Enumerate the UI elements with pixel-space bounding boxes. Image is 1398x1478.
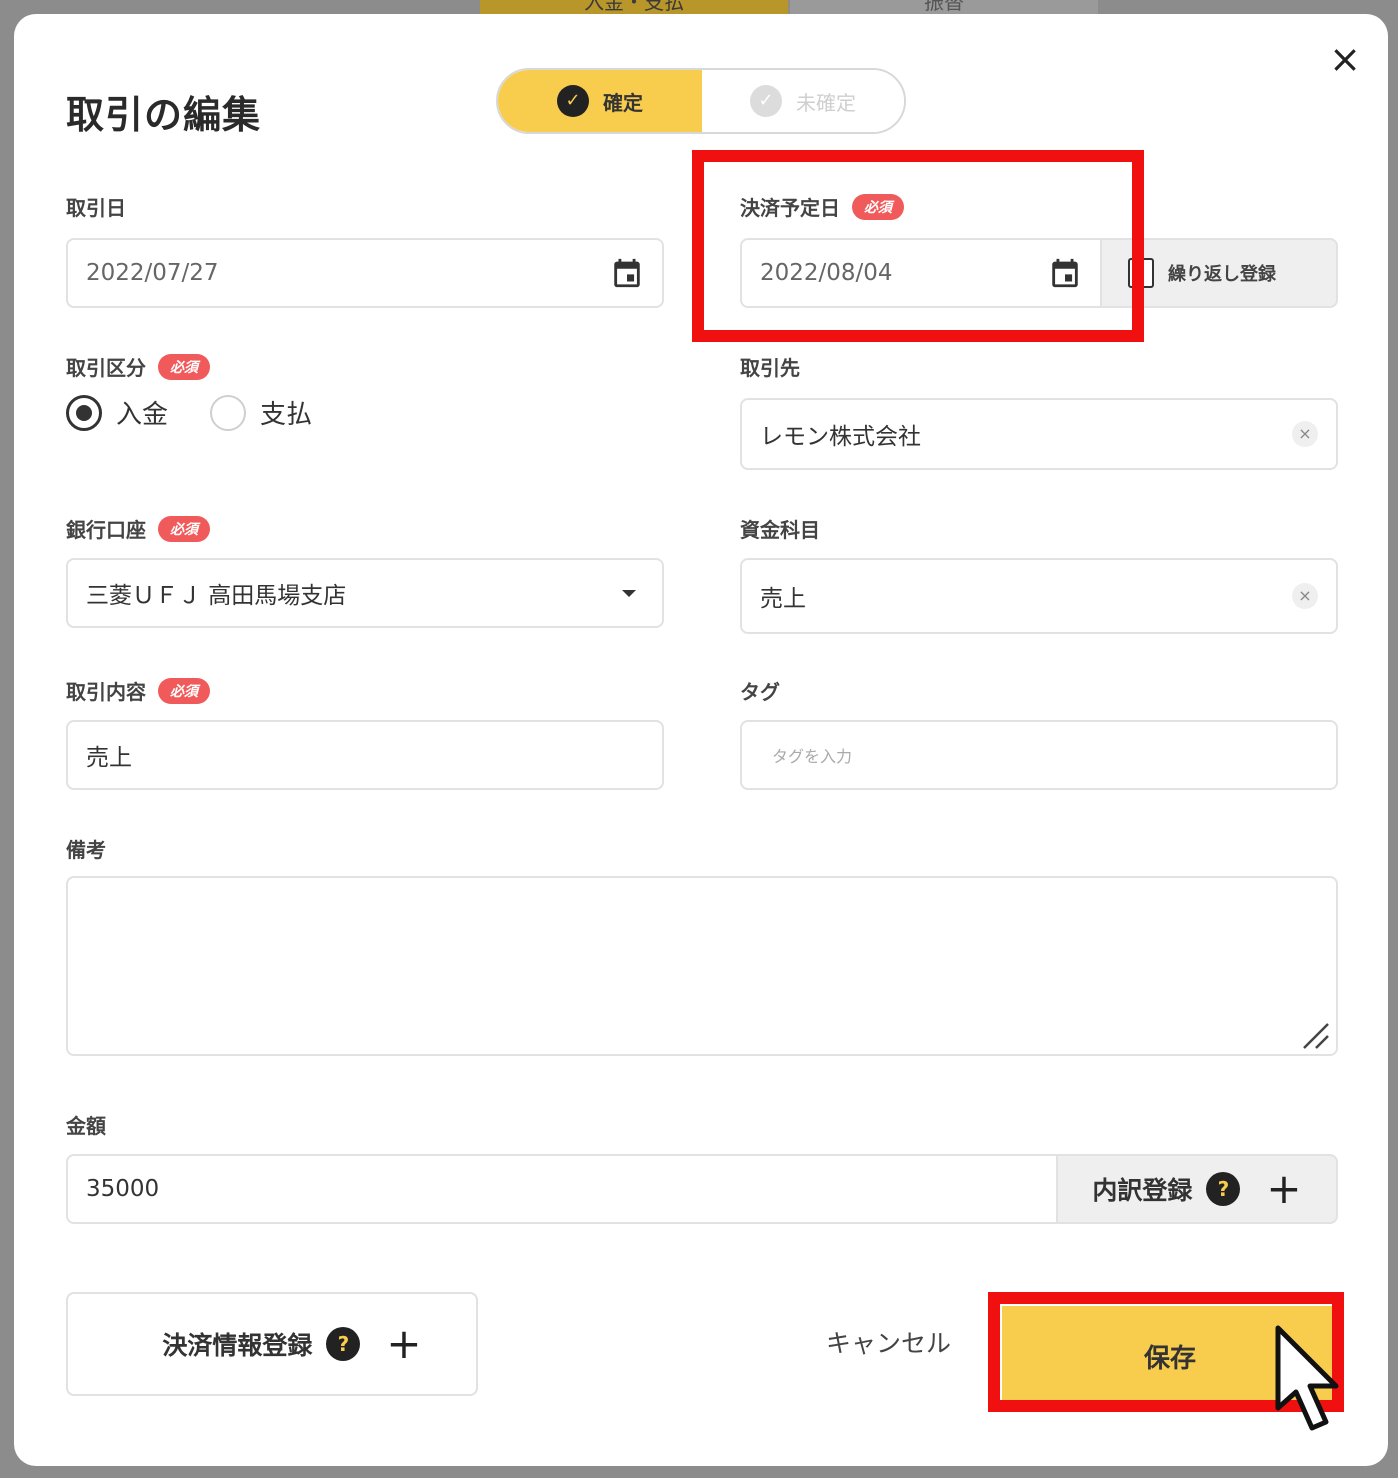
status-toggle: ✓ 確定 ✓ 未確定 (496, 68, 906, 134)
fund-account-field[interactable]: 売上 × (740, 558, 1338, 634)
partner-field[interactable]: レモン株式会社 × (740, 398, 1338, 470)
transaction-type-label-text: 取引区分 (66, 356, 146, 380)
radio-deposit-label: 入金 (116, 400, 169, 430)
radio-button[interactable] (210, 394, 247, 431)
memo-label: 備考 (66, 834, 106, 863)
bank-account-value: 三菱ＵＦＪ 高田馬場支店 (86, 583, 347, 609)
amount-label-text: 金額 (66, 1114, 106, 1138)
clear-icon[interactable]: × (1292, 583, 1318, 609)
due-date-field[interactable]: 2022/08/04 (740, 238, 1102, 308)
required-badge: 必須 (158, 353, 210, 380)
amount-label: 金額 (66, 1110, 106, 1139)
transaction-date-label-text: 取引日 (66, 196, 126, 220)
plus-icon: + (386, 1319, 422, 1368)
required-badge: 必須 (852, 193, 904, 220)
bank-account-label-text: 銀行口座 (66, 518, 146, 542)
transaction-date-label: 取引日 (66, 192, 126, 221)
fund-account-label: 資金科目 (740, 514, 820, 543)
memo-textarea[interactable] (66, 876, 1338, 1056)
chevron-down-icon[interactable] (622, 589, 636, 597)
breakdown-register-button[interactable]: 内訳登録 ? + (1056, 1154, 1338, 1224)
due-date-label-text: 決済予定日 (740, 196, 840, 220)
toggle-unconfirmed-label: 未確定 (796, 90, 856, 115)
help-icon[interactable]: ? (326, 1327, 361, 1361)
due-date-value: 2022/08/04 (760, 260, 893, 286)
tag-placeholder: タグを入力 (772, 747, 853, 766)
cancel-button[interactable]: キャンセル (826, 1324, 951, 1360)
radio-deposit[interactable]: 入金 (66, 394, 168, 431)
required-badge: 必須 (158, 515, 210, 542)
check-circle-icon: ✓ (557, 85, 589, 117)
modal-title: 取引の編集 (66, 93, 262, 137)
toggle-confirmed[interactable]: ✓ 確定 (498, 70, 702, 132)
bank-account-select[interactable]: 三菱ＵＦＪ 高田馬場支店 (66, 558, 664, 628)
breakdown-register-label: 内訳登録 (1092, 1176, 1193, 1205)
partner-label-text: 取引先 (740, 356, 800, 380)
settlement-register-label: 決済情報登録 (162, 1331, 313, 1360)
edit-transaction-modal: × 取引の編集 ✓ 確定 ✓ 未確定 取引日 2022/07/27 決済予定日 … (14, 14, 1388, 1466)
radio-button-checked[interactable] (66, 394, 102, 431)
check-circle-icon: ✓ (750, 85, 782, 117)
plus-icon: + (1266, 1164, 1302, 1213)
amount-value: 35000 (86, 1176, 160, 1202)
calendar-icon[interactable] (610, 256, 644, 290)
toggle-confirmed-label: 確定 (603, 90, 643, 115)
clear-icon[interactable]: × (1292, 421, 1318, 447)
transaction-type-label: 取引区分 必須 (66, 352, 210, 381)
mouse-pointer-icon (1275, 1325, 1339, 1431)
required-badge: 必須 (158, 677, 210, 704)
bank-account-label: 銀行口座 必須 (66, 514, 210, 543)
resize-handle-icon[interactable] (1300, 1020, 1330, 1050)
repeat-register-button[interactable]: 繰り返し登録 (1100, 238, 1338, 308)
repeat-register-label: 繰り返し登録 (1168, 264, 1276, 285)
background-tab-deposit: 入金・支払 (480, 0, 788, 14)
amount-input[interactable]: 35000 (66, 1154, 1058, 1224)
radio-payment[interactable]: 支払 (210, 394, 312, 431)
content-label: 取引内容 必須 (66, 676, 210, 705)
repeat-checkbox[interactable] (1128, 258, 1154, 288)
transaction-type-radio-group: 入金 支払 (66, 394, 336, 431)
settlement-register-button[interactable]: 決済情報登録 ? + (66, 1292, 478, 1396)
memo-label-text: 備考 (66, 838, 106, 862)
tag-input[interactable]: タグを入力 (740, 720, 1338, 790)
fund-account-value: 売上 (760, 586, 806, 612)
content-input[interactable]: 売上 (66, 720, 664, 790)
background-tab-transfer: 振替 (790, 0, 1098, 14)
partner-value: レモン株式会社 (760, 424, 921, 450)
tag-label-text: タグ (740, 680, 780, 704)
close-icon[interactable]: × (1328, 40, 1362, 78)
tag-label: タグ (740, 676, 780, 705)
fund-account-label-text: 資金科目 (740, 518, 820, 542)
content-value: 売上 (86, 745, 132, 771)
transaction-date-value: 2022/07/27 (86, 260, 219, 286)
partner-label: 取引先 (740, 352, 800, 381)
due-date-label: 決済予定日 必須 (740, 192, 904, 221)
help-icon[interactable]: ? (1206, 1172, 1241, 1206)
calendar-icon[interactable] (1048, 256, 1082, 290)
transaction-date-field[interactable]: 2022/07/27 (66, 238, 664, 308)
toggle-unconfirmed[interactable]: ✓ 未確定 (702, 70, 904, 132)
content-label-text: 取引内容 (66, 680, 146, 704)
radio-payment-label: 支払 (260, 400, 313, 430)
